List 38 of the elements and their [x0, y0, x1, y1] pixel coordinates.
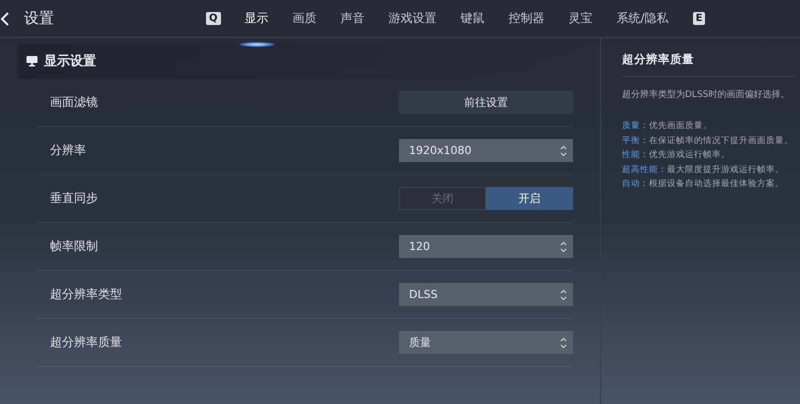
key-hint: E: [692, 12, 706, 25]
select-field[interactable]: DLSS: [399, 283, 573, 306]
setting-label: 分辨率: [50, 142, 86, 159]
help-item: 质量：优先画面质量。: [622, 120, 713, 133]
select-field[interactable]: 120: [399, 235, 573, 258]
spinner-icon: [560, 144, 567, 156]
key-hint: Q: [206, 12, 221, 25]
spinner-icon: [560, 336, 567, 348]
section-title: 显示设置: [44, 53, 96, 70]
tab[interactable]: 画质: [280, 6, 329, 31]
setting-label: 超分辨率类型: [50, 286, 122, 303]
page-title: 设置: [24, 9, 55, 28]
tab[interactable]: 声音: [328, 6, 377, 31]
select-field[interactable]: 质量: [399, 331, 573, 354]
tab[interactable]: 显示: [232, 6, 281, 31]
back-icon[interactable]: [0, 12, 10, 26]
toggle-option[interactable]: 开启: [486, 187, 573, 210]
tab[interactable]: 控制器: [496, 6, 557, 31]
help-title: 超分辨率质量: [622, 38, 796, 77]
tab[interactable]: 游戏设置: [376, 6, 449, 31]
monitor-icon: [26, 55, 38, 67]
spinner-icon: [560, 288, 567, 300]
select-field[interactable]: 1920x1080: [399, 139, 573, 162]
setting-label: 画面滤镜: [50, 94, 98, 111]
tab[interactable]: 键鼠: [448, 6, 497, 31]
setting-label: 垂直同步: [50, 190, 98, 207]
setting-label: 超分辨率质量: [50, 334, 122, 351]
help-item: 性能：优先游戏运行帧率。: [622, 148, 731, 162]
help-item: 超高性能：最大限度提升游戏运行帧率。: [622, 164, 785, 176]
goto-button[interactable]: 前往设置: [399, 91, 573, 114]
spinner-icon: [560, 240, 567, 252]
tab[interactable]: 灵宝: [556, 6, 605, 31]
help-description: 超分辨率类型为DLSS时的画面偏好选择。: [622, 88, 790, 101]
selection-glow: [238, 42, 275, 47]
help-item: 平衡：在保证帧率的情况下提升画面质量。: [622, 134, 794, 148]
setting-label: 帧率限制: [50, 238, 98, 255]
tab[interactable]: 系统/隐私: [604, 6, 681, 31]
help-item: 自动：根据设备自动选择最佳体验方案。: [622, 178, 785, 191]
